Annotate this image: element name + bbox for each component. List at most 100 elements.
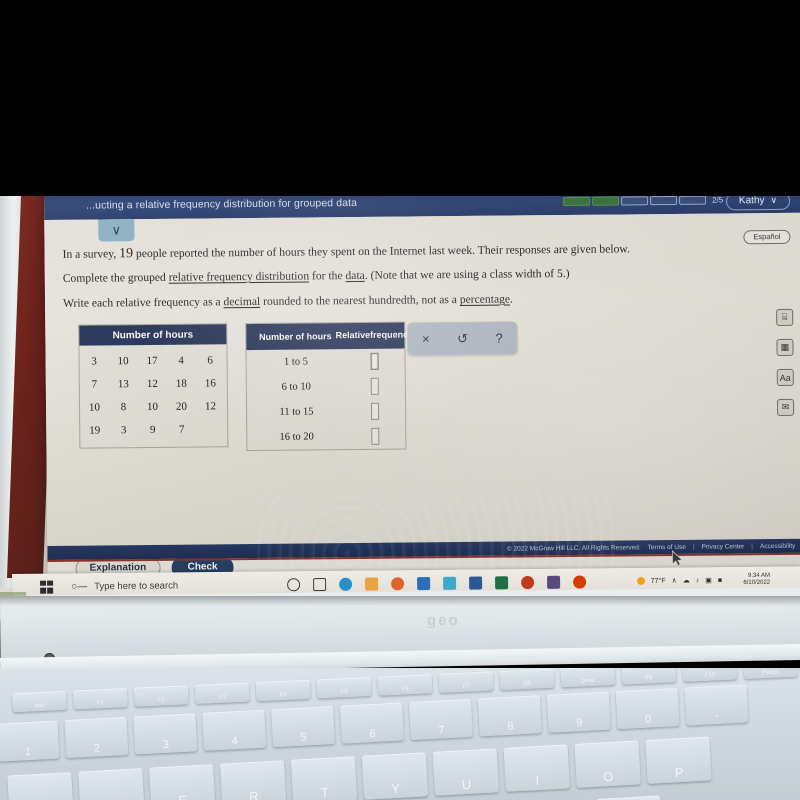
key-6[interactable]: 6 [340, 702, 404, 744]
mail-icon[interactable]: ✉ [776, 398, 795, 416]
key-o[interactable]: O [574, 740, 641, 788]
copyright-text: © 2022 McGraw Hill LLC. All Rights Reser… [506, 543, 641, 553]
key-prtsc[interactable]: prtsc [560, 668, 616, 688]
collapse-header-button[interactable]: ∨ [98, 219, 135, 242]
key-f7[interactable]: F7 [438, 671, 494, 693]
prompt-text: . [509, 292, 513, 306]
key-8[interactable]: 8 [477, 695, 542, 737]
exercise-page: ∨ Español In a survey, 19 people reporte… [44, 212, 800, 578]
table-row: 10 8 10 20 12 [80, 394, 227, 418]
input-cell[interactable] [346, 427, 405, 446]
input-cell[interactable] [346, 402, 405, 421]
key-r[interactable]: R [219, 760, 287, 800]
relative-frequency-input-1[interactable] [370, 352, 380, 370]
key-esc[interactable]: esc [12, 690, 67, 713]
survey-count: 19 [119, 246, 134, 262]
key-i[interactable]: I [503, 744, 570, 792]
edge-icon[interactable] [339, 577, 353, 591]
cloud-icon[interactable]: ☁ [683, 576, 690, 584]
espanol-toggle-button[interactable]: Español [743, 229, 791, 245]
key-q[interactable]: Q [7, 772, 74, 800]
glossary-link-percentage[interactable]: percentage [460, 293, 510, 306]
volume-icon[interactable]: ♪ [696, 577, 700, 584]
grid-calculator-icon[interactable]: ▦ [776, 338, 794, 356]
cortana-icon[interactable] [287, 577, 301, 591]
powerpoint-icon[interactable] [521, 575, 535, 589]
firefox-icon[interactable] [391, 576, 405, 590]
relative-frequency-input-2[interactable] [371, 377, 380, 395]
excel-icon[interactable] [495, 575, 509, 589]
key-f10[interactable]: F10 [682, 668, 738, 682]
privacy-center-link[interactable]: Privacy Center [702, 543, 745, 550]
store-icon[interactable] [417, 576, 431, 590]
clear-icon[interactable]: × [422, 331, 430, 346]
laptop-brand-logo: geo [426, 611, 460, 630]
progress-segment-empty [650, 195, 678, 206]
key-9[interactable]: 9 [546, 691, 611, 733]
search-input[interactable]: ○— Type here to search [71, 580, 178, 592]
prompt-text: for the [309, 269, 346, 283]
key-7[interactable]: 7 [408, 698, 473, 740]
file-explorer-icon[interactable] [365, 576, 379, 591]
key-2[interactable]: 2 [64, 716, 129, 759]
key-5[interactable]: 5 [271, 706, 336, 748]
word-icon[interactable] [469, 575, 483, 590]
battery-icon[interactable]: ■ [718, 577, 722, 584]
table-row: 1 to 5 [246, 349, 404, 376]
data-cell: 18 [175, 377, 187, 390]
help-icon[interactable]: ? [495, 331, 502, 346]
data-cell: 8 [120, 400, 127, 413]
key-1[interactable]: 1 [0, 720, 60, 762]
espanol-label: Español [753, 231, 781, 242]
key-4[interactable]: 4 [202, 709, 267, 751]
key-0[interactable]: 0 [615, 687, 680, 730]
key-u[interactable]: U [432, 748, 500, 796]
mail-icon[interactable] [443, 576, 457, 590]
task-view-icon[interactable] [313, 577, 327, 591]
temperature-label: 77°F [650, 577, 666, 585]
progress-segment-filled [592, 196, 620, 206]
key-f4[interactable]: F4 [255, 679, 311, 702]
key-f9[interactable]: F9 [621, 668, 677, 685]
reference-page-icon[interactable]: Aa [776, 368, 794, 386]
photo-black-border [0, 0, 800, 196]
office-icon[interactable] [573, 574, 587, 589]
accessibility-link[interactable]: Accessibility [760, 542, 795, 549]
onenote-icon[interactable] [547, 575, 561, 589]
undo-icon[interactable]: ↺ [457, 330, 468, 346]
glossary-link-decimal[interactable]: decimal [223, 295, 260, 308]
key-l[interactable]: L [596, 795, 663, 800]
key-t[interactable]: T [290, 756, 358, 800]
key-f1[interactable]: F1 [72, 688, 128, 710]
taskbar-clock[interactable]: 9:34 AM 6/10/2022 [743, 572, 770, 587]
data-cell: 19 [89, 423, 101, 437]
key-f5[interactable]: F5 [316, 676, 372, 699]
key-f2[interactable]: F2 [133, 685, 189, 707]
key-f6[interactable]: F6 [377, 674, 433, 696]
tray-expand-icon[interactable]: ∧ [672, 577, 677, 585]
glossary-link-data[interactable]: data [345, 269, 364, 282]
key-w[interactable]: W [78, 768, 145, 800]
windows-start-icon[interactable] [40, 580, 54, 594]
relative-frequency-input-3[interactable] [371, 402, 380, 420]
raw-data-table: Number of hours 3 10 17 4 6 7 13 12 18 1… [78, 323, 229, 449]
relative-frequency-input-4[interactable] [371, 427, 380, 445]
calculator-icon[interactable]: ⌸ [776, 308, 794, 326]
key-f8[interactable]: F8 [499, 668, 555, 691]
progress-bar [563, 195, 707, 207]
prompt-line-2: Complete the grouped relative frequency … [63, 266, 570, 287]
key-e[interactable]: E [149, 764, 216, 800]
key-3[interactable]: 3 [133, 713, 198, 755]
key-f3[interactable]: F3 [194, 682, 250, 704]
data-cell: 20 [175, 400, 188, 413]
network-icon[interactable]: ▣ [705, 576, 712, 584]
key-p[interactable]: P [645, 736, 712, 784]
key-y[interactable]: Y [361, 752, 429, 800]
key-minus[interactable]: - [684, 684, 749, 726]
input-cell[interactable] [345, 352, 404, 371]
glossary-link-relative-frequency-distribution[interactable]: relative frequency distribution [169, 269, 309, 283]
key-pause[interactable]: Pause [743, 668, 799, 679]
freq-header-relative-frequency: Relative frequency [336, 330, 414, 341]
prompt-text: . (Note that we are using a class width … [364, 266, 570, 282]
input-cell[interactable] [346, 377, 405, 396]
